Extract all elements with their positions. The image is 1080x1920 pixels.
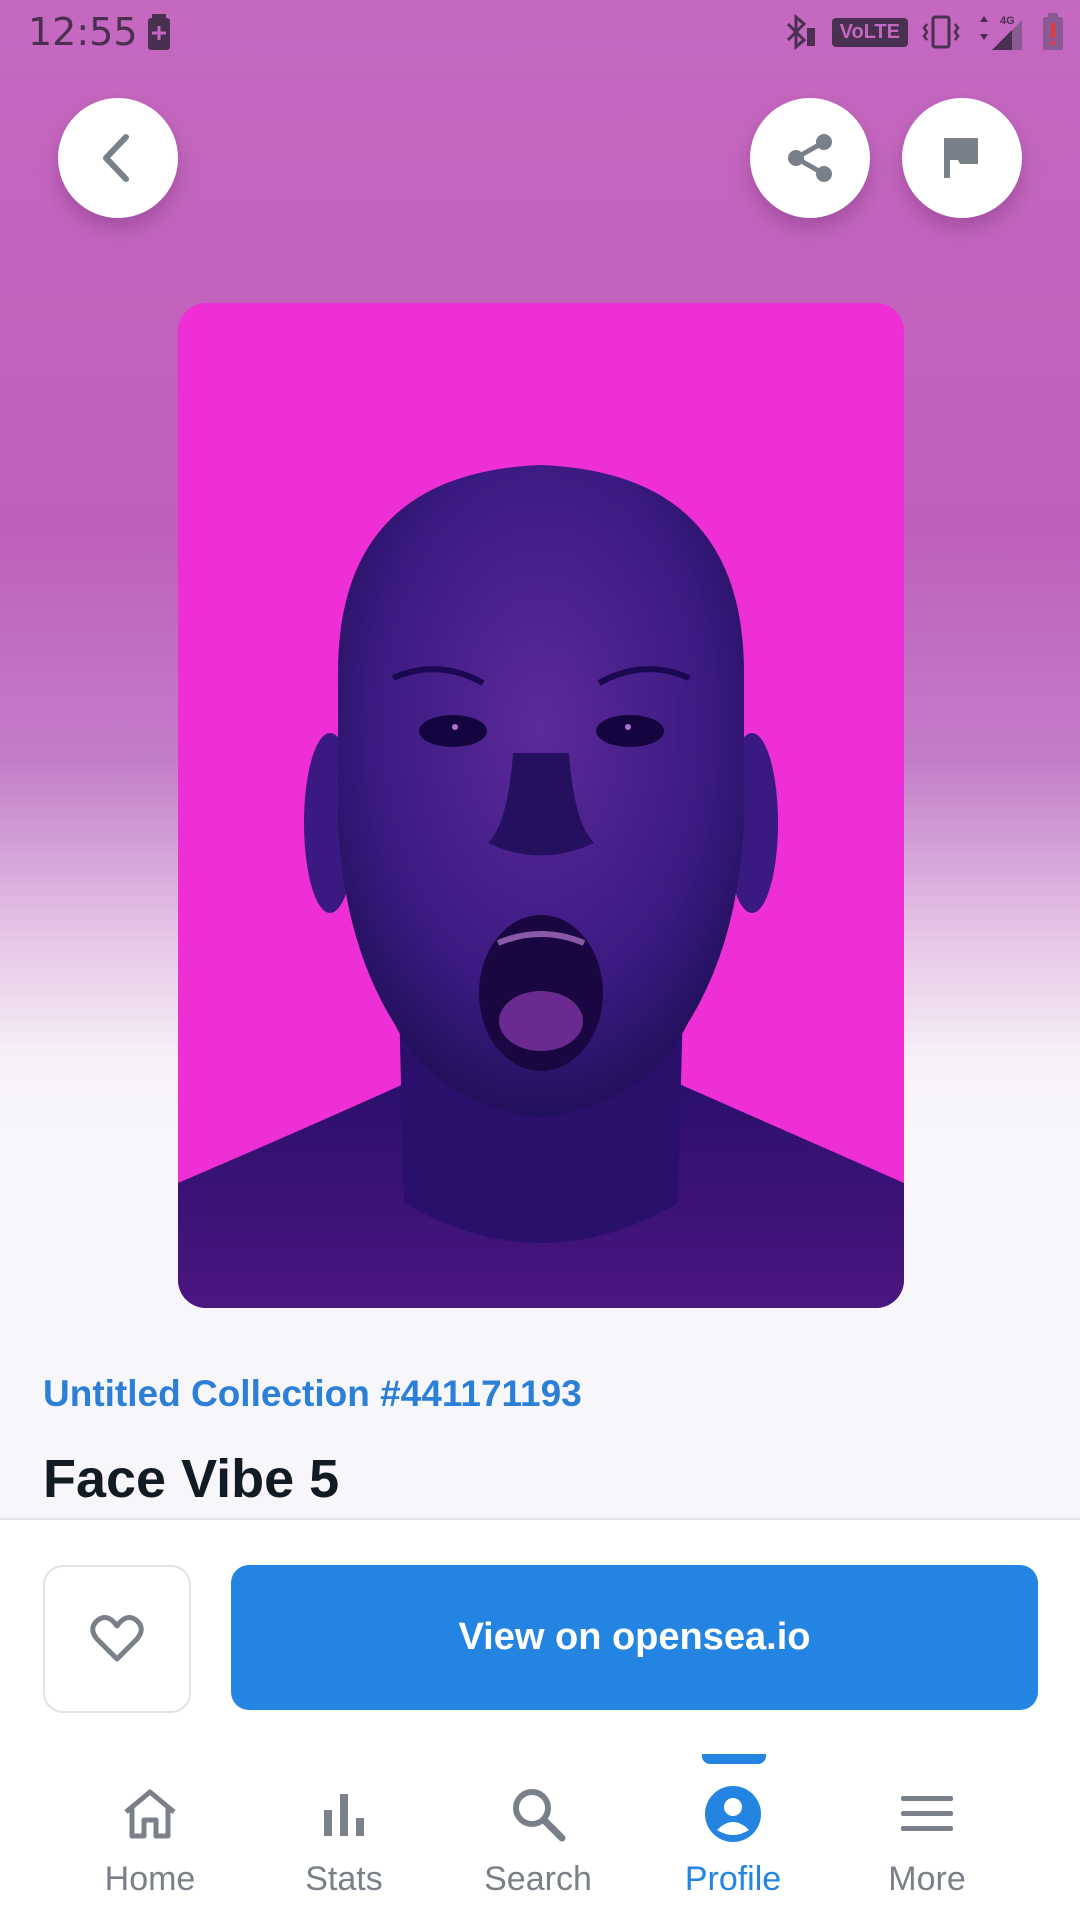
- bar-chart-icon: [324, 1794, 364, 1836]
- network-type: 4G: [1000, 15, 1015, 27]
- nft-artwork-image[interactable]: [178, 303, 904, 1308]
- battery-alert-icon: [1043, 13, 1063, 50]
- nav-home-label: Home: [104, 1860, 196, 1898]
- search-icon: [513, 1789, 566, 1842]
- chevron-left-icon: [103, 134, 129, 182]
- view-on-opensea-button[interactable]: View on opensea.io: [231, 1565, 1038, 1710]
- nav-home[interactable]: Home: [53, 1754, 247, 1920]
- item-title: Face Vibe 5: [43, 1449, 340, 1509]
- face-illustration: [178, 465, 904, 1308]
- volte-icon: VoLTE: [831, 17, 908, 47]
- favorite-button[interactable]: [43, 1565, 191, 1713]
- signal-4g-icon: 4G: [980, 15, 1022, 50]
- nav-profile-label: Profile: [684, 1860, 782, 1898]
- back-button[interactable]: [58, 98, 178, 218]
- flag-icon: [944, 138, 978, 178]
- profile-icon: [705, 1786, 761, 1842]
- nav-stats[interactable]: Stats: [247, 1754, 441, 1920]
- home-icon: [124, 1789, 176, 1839]
- battery-charging-icon: [148, 14, 170, 50]
- nav-stats-label: Stats: [305, 1860, 383, 1898]
- status-time: 12:55: [28, 10, 138, 54]
- nav-profile[interactable]: Profile: [636, 1754, 830, 1920]
- nav-search[interactable]: Search: [441, 1754, 635, 1920]
- vibrate-icon: [922, 15, 960, 49]
- menu-icon: [901, 1796, 953, 1831]
- action-bar: View on opensea.io: [0, 1518, 1080, 1756]
- collection-link[interactable]: Untitled Collection #441171193: [43, 1373, 582, 1415]
- bluetooth-icon: [786, 14, 815, 50]
- bottom-navigation: Home Stats Search Profile More: [0, 1754, 1080, 1920]
- nav-more-label: More: [888, 1860, 966, 1898]
- heart-icon: [90, 1615, 144, 1662]
- report-button[interactable]: [902, 98, 1022, 218]
- status-bar: 12:55 VoLTE 4G: [0, 0, 1080, 64]
- share-icon: [788, 134, 832, 182]
- nav-more[interactable]: More: [830, 1754, 1024, 1920]
- share-button[interactable]: [750, 98, 870, 218]
- status-icons: VoLTE 4G: [784, 12, 1064, 52]
- nav-search-label: Search: [484, 1860, 592, 1898]
